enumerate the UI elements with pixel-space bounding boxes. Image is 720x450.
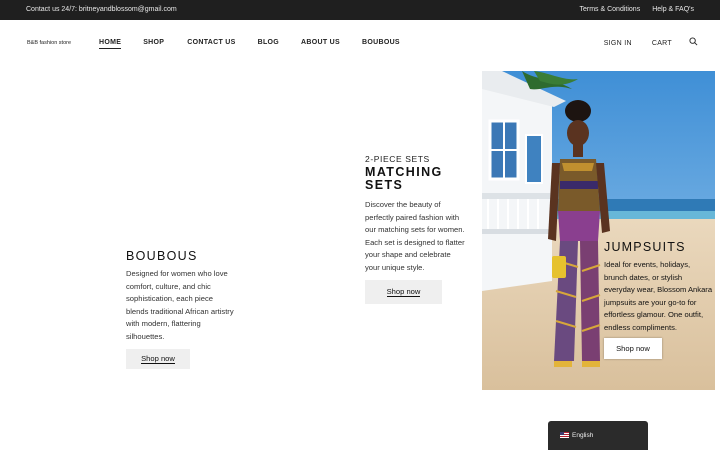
jumpsuits-description: Ideal for events, holidays, brunch dates… [604, 260, 713, 332]
boubous-description: Designed for women who love comfort, cul… [126, 269, 234, 341]
top-links: Terms & Conditions Help & FAQ's [580, 6, 695, 13]
sets-description: Discover the beauty of perfectly paired … [365, 200, 465, 272]
sets-shop-label: Shop now [386, 286, 421, 298]
language-switcher[interactable]: English [548, 421, 648, 450]
us-flag-icon [560, 432, 569, 438]
nav-blog[interactable]: BLOG [258, 39, 279, 49]
jumpsuits-shop-button[interactable]: Shop now [604, 338, 662, 359]
nav-about-us[interactable]: ABOUT US [301, 39, 340, 49]
contact-info: Contact us 24/7: britneyandblossom@gmail… [26, 6, 177, 13]
help-faq-link[interactable]: Help & FAQ's [652, 6, 694, 13]
matching-sets-section: 2-PIECE SETS MATCHING SETS Discover the … [365, 154, 465, 304]
nav-home[interactable]: HOME [99, 39, 122, 49]
search-icon[interactable] [689, 37, 698, 46]
boubous-shop-label: Shop now [141, 353, 175, 365]
top-bar: Contact us 24/7: britneyandblossom@gmail… [0, 0, 720, 20]
language-label: English [572, 431, 594, 439]
sets-kicker: 2-PIECE SETS [365, 154, 430, 164]
sets-shop-button[interactable]: Shop now [365, 279, 442, 304]
nav-contact-us[interactable]: CONTACT US [187, 39, 235, 49]
boubous-shop-button[interactable]: Shop now [126, 348, 190, 369]
boubous-title: BOUBOUS [126, 249, 198, 263]
terms-link[interactable]: Terms & Conditions [580, 6, 641, 13]
account-nav: SIGN IN CART [604, 37, 698, 48]
nav-boubous[interactable]: BOUBOUS [362, 39, 400, 49]
nav-shop[interactable]: SHOP [143, 39, 164, 49]
jumpsuits-shop-label: Shop now [616, 344, 650, 353]
site-header: B&B fashion store HOME SHOP CONTACT US B… [0, 20, 720, 66]
cart-link[interactable]: CART [652, 40, 672, 47]
site-logo[interactable]: B&B fashion store [27, 40, 71, 46]
sign-in-link[interactable]: SIGN IN [604, 40, 632, 47]
main-nav: HOME SHOP CONTACT US BLOG ABOUT US BOUBO… [99, 39, 422, 49]
sets-title: MATCHING SETS [365, 165, 443, 192]
boubous-section: BOUBOUS Designed for women who love comf… [126, 249, 236, 369]
jumpsuits-title: JUMPSUITS [604, 240, 686, 254]
jumpsuits-section: JUMPSUITS Ideal for events, holidays, br… [604, 240, 714, 359]
